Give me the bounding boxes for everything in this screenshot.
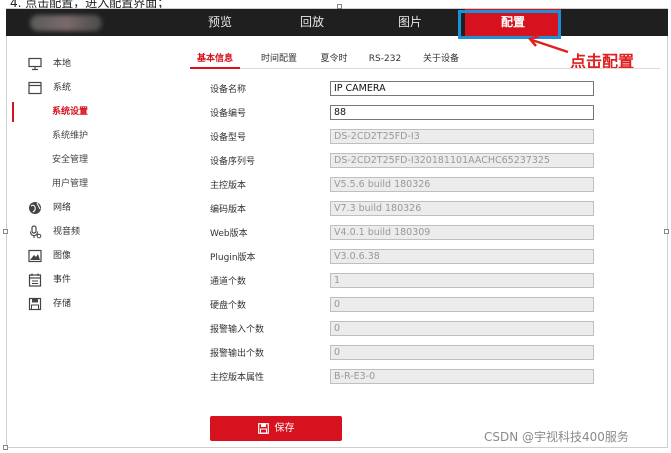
sidebar-item-system-maintenance[interactable]: 系统维护	[12, 124, 177, 148]
resize-handle	[3, 229, 8, 234]
sidebar-item-label: 系统	[53, 83, 72, 93]
resize-handle	[3, 445, 8, 450]
sidebar-item-audio-video[interactable]: 视音频	[12, 220, 177, 244]
sidebar-item-label: 视音频	[53, 227, 81, 237]
sidebar-item-label: 本地	[53, 59, 72, 69]
tab-dst[interactable]: 夏令时	[314, 51, 354, 69]
web-version-field: V4.0.1 build 180309	[330, 225, 594, 240]
firmware-version-field: V5.5.6 build 180326	[330, 177, 594, 192]
field-label: 设备型号	[210, 133, 247, 143]
sidebar-item-local[interactable]: 本地	[12, 52, 177, 76]
device-name-input[interactable]: IP CAMERA	[330, 81, 594, 96]
save-icon	[28, 297, 42, 311]
serial-number-field: DS-2CD2T25FD-I320181101AACHC65237325	[330, 153, 594, 168]
field-row: 报警输入个数 0	[210, 321, 630, 337]
field-row: 通道个数 1	[210, 273, 630, 289]
field-label: 报警输出个数	[210, 349, 265, 359]
sidebar-item-system[interactable]: 系统	[12, 76, 177, 100]
tab-basic-info[interactable]: 基本信息	[190, 51, 240, 69]
monitor-icon	[28, 57, 42, 71]
field-label: 设备序列号	[210, 157, 256, 167]
field-label: 通道个数	[210, 277, 247, 287]
sidebar-item-label: 网络	[53, 203, 72, 213]
field-label: 设备名称	[210, 85, 247, 95]
field-row: 设备序列号 DS-2CD2T25FD-I320181101AACHC652373…	[210, 153, 630, 169]
save-icon	[257, 422, 269, 434]
field-row: 编码版本 V7.3 build 180326	[210, 201, 630, 217]
main-content: 基本信息 时间配置 夏令时 RS-232 关于设备 设备名称 IP CAMERA…	[190, 49, 660, 384]
encoding-version-field: V7.3 build 180326	[330, 201, 594, 216]
field-label: 编码版本	[210, 205, 247, 215]
mic-icon	[29, 225, 42, 239]
sidebar-item-label: 存储	[53, 299, 72, 309]
field-row: 主控版本属性 B-R-E3-0	[210, 369, 630, 385]
sidebar-item-image[interactable]: 图像	[12, 244, 177, 268]
field-row: 设备编号 88	[210, 105, 630, 121]
watermark: CSDN @宇视科技400服务	[484, 430, 629, 444]
tab-about-device[interactable]: 关于设备	[416, 51, 466, 69]
field-label: Plugin版本	[210, 253, 256, 263]
field-label: 设备编号	[210, 109, 247, 119]
globe-icon	[29, 202, 41, 214]
calendar-icon	[28, 273, 42, 287]
field-label: 主控版本属性	[210, 373, 265, 383]
tab-rs232[interactable]: RS-232	[364, 51, 406, 69]
image-icon	[28, 249, 42, 263]
nav-preview[interactable]: 预览	[180, 9, 260, 36]
sidebar: 本地 系统 系统设置 系统维护 安全管理 用户管理 网络 视音频 图像 事件 存…	[12, 52, 177, 316]
nav-playback[interactable]: 回放	[272, 9, 352, 36]
field-row: Plugin版本 V3.0.6.38	[210, 249, 630, 265]
system-icon	[28, 81, 42, 95]
sidebar-item-event[interactable]: 事件	[12, 268, 177, 292]
resize-handle	[664, 229, 669, 234]
field-label: 主控版本	[210, 181, 247, 191]
field-row: 报警输出个数 0	[210, 345, 630, 361]
field-label: 报警输入个数	[210, 325, 265, 335]
field-label: 硬盘个数	[210, 301, 247, 311]
sidebar-item-security[interactable]: 安全管理	[12, 148, 177, 172]
sidebar-item-storage[interactable]: 存储	[12, 292, 177, 316]
device-number-input[interactable]: 88	[330, 105, 594, 120]
sidebar-item-label: 图像	[53, 251, 72, 261]
tab-time-settings[interactable]: 时间配置	[254, 51, 304, 69]
field-row: 设备型号 DS-2CD2T25FD-I3	[210, 129, 630, 145]
save-button[interactable]: 保存	[210, 416, 342, 441]
hdd-count-field: 0	[330, 297, 594, 312]
field-label: Web版本	[210, 229, 248, 239]
sidebar-item-label: 事件	[53, 275, 72, 285]
resize-handle	[337, 4, 342, 9]
field-row: 设备名称 IP CAMERA	[210, 81, 630, 97]
sidebar-item-system-settings[interactable]: 系统设置	[12, 100, 177, 124]
channel-count-field: 1	[330, 273, 594, 288]
field-row: 主控版本 V5.5.6 build 180326	[210, 177, 630, 193]
logo-blurred	[30, 15, 102, 31]
device-model-field: DS-2CD2T25FD-I3	[330, 129, 594, 144]
alarm-output-count-field: 0	[330, 345, 594, 360]
field-row: Web版本 V4.0.1 build 180309	[210, 225, 630, 241]
plugin-version-field: V3.0.6.38	[330, 249, 594, 264]
sidebar-item-network[interactable]: 网络	[12, 196, 177, 220]
tab-bar: 基本信息 时间配置 夏令时 RS-232 关于设备	[190, 49, 660, 69]
top-navbar: 预览 回放 图片 配置	[6, 9, 668, 36]
nav-picture[interactable]: 图片	[370, 9, 450, 36]
firmware-attribute-field: B-R-E3-0	[330, 369, 594, 384]
field-row: 硬盘个数 0	[210, 297, 630, 313]
alarm-input-count-field: 0	[330, 321, 594, 336]
save-button-label: 保存	[274, 423, 295, 434]
sidebar-item-user-management[interactable]: 用户管理	[12, 172, 177, 196]
